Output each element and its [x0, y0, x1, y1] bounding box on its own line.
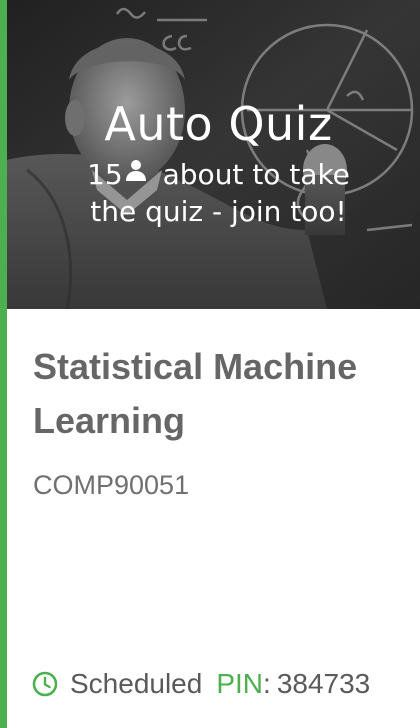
clock-icon: [32, 671, 58, 697]
hero-text: Auto Quiz 15 about to take the quiz - jo…: [7, 96, 420, 230]
hero-banner: Auto Quiz 15 about to take the quiz - jo…: [7, 0, 420, 309]
pin-label: PIN: [216, 668, 264, 699]
quiz-title: Auto Quiz: [104, 97, 333, 151]
accent-bar: [0, 0, 7, 728]
pin-separator: :: [263, 668, 271, 699]
participants-text-line2: the quiz - join too!: [90, 195, 347, 228]
card-footer: Scheduled PIN: 384733: [32, 664, 370, 704]
person-icon: [125, 160, 146, 181]
participant-count: 15: [87, 158, 123, 191]
course-code: COMP90051: [33, 470, 190, 500]
participants-text-line1: about to take: [162, 158, 350, 191]
schedule-status: Scheduled: [70, 668, 203, 699]
card-body: Statistical Machine Learning COMP90051: [33, 340, 413, 502]
participants-line: 15 about to take the quiz - join too!: [7, 156, 420, 230]
pin-value: 384733: [276, 668, 371, 699]
quiz-card[interactable]: Auto Quiz 15 about to take the quiz - jo…: [0, 0, 420, 728]
course-title: Statistical Machine Learning: [33, 346, 358, 441]
